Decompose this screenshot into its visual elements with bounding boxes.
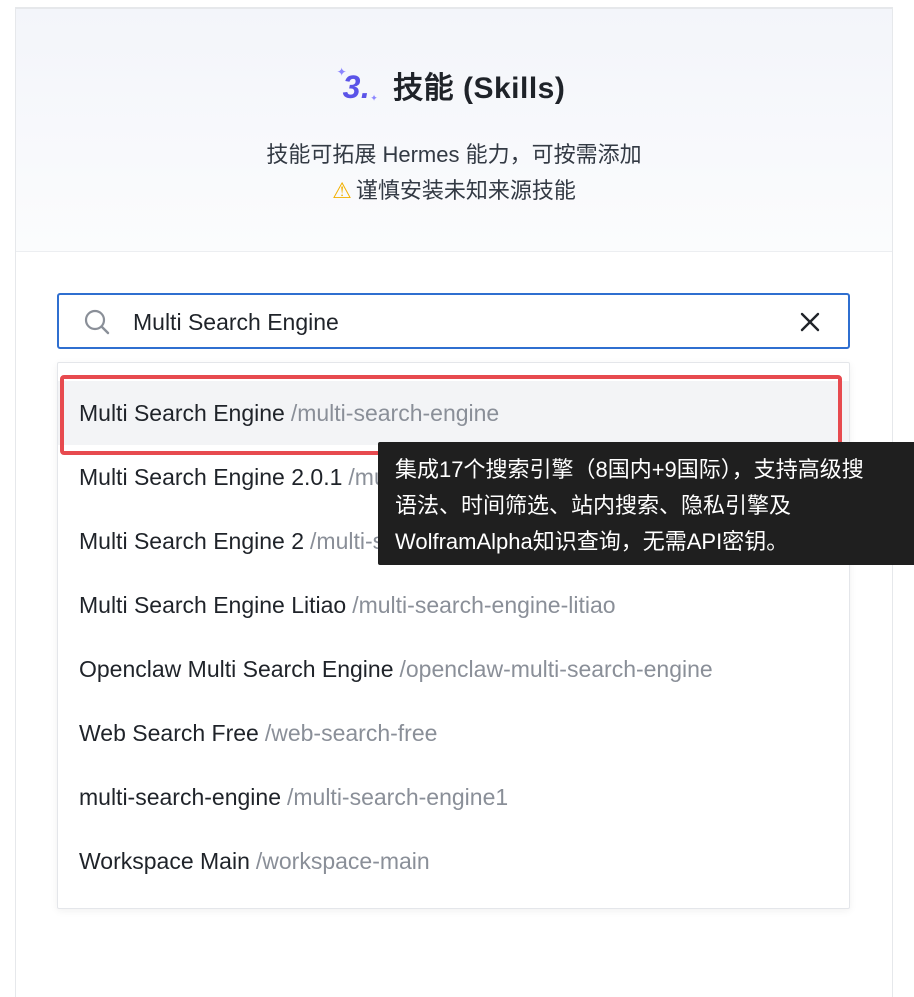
- section-title: ✦ 3. ✦ 技能 (Skills): [16, 63, 892, 107]
- step-number: ✦ 3. ✦: [336, 65, 379, 105]
- warning-text: 谨慎安装未知来源技能: [355, 178, 576, 203]
- tooltip-line: 集成17个搜索引擎（8国内+9国际），支持高级搜: [395, 457, 864, 482]
- sparkle-icon: ✦: [370, 93, 379, 103]
- skill-search-box[interactable]: [57, 293, 850, 349]
- result-option[interactable]: Multi Search Engine/multi-search-engine: [58, 381, 849, 445]
- section-subtitle: 技能可拓展 Hermes 能力，可按需添加: [266, 142, 642, 167]
- option-slug: /multi-search-engine: [290, 400, 500, 426]
- option-name: Multi Search Engine 2: [79, 528, 305, 554]
- search-icon: [84, 309, 110, 335]
- option-name: Multi Search Engine 2.0.1: [79, 464, 343, 490]
- warning-message: ⚠ 谨慎安装未知来源技能: [16, 173, 892, 205]
- option-slug: /multi-search-engine1: [286, 784, 509, 810]
- sparkle-icon: ✦: [336, 65, 348, 79]
- option-slug: /workspace-main: [255, 848, 430, 874]
- tooltip-line: WolframAlpha知识查询，无需API密钥。: [395, 529, 789, 554]
- option-slug: /openclaw-multi-search-engine: [399, 656, 713, 682]
- result-option[interactable]: Web Search Free/web-search-free: [58, 701, 849, 765]
- result-option[interactable]: Multi Search Engine Litiao/multi-search-…: [58, 573, 849, 637]
- option-name: Openclaw Multi Search Engine: [79, 656, 394, 682]
- result-option[interactable]: multi-search-engine/multi-search-engine1: [58, 765, 849, 829]
- result-option[interactable]: Openclaw Multi Search Engine/openclaw-mu…: [58, 637, 849, 701]
- skills-header: ✦ 3. ✦ 技能 (Skills) 技能可拓展 Hermes 能力，可按需添加…: [16, 9, 892, 252]
- option-slug: /web-search-free: [264, 720, 438, 746]
- option-description-tooltip: 集成17个搜索引擎（8国内+9国际），支持高级搜 语法、时间筛选、站内搜索、隐私…: [378, 442, 914, 565]
- option-name: Web Search Free: [79, 720, 259, 746]
- option-slug: /multi-search-engine-litiao: [352, 592, 616, 618]
- skill-search-input[interactable]: [131, 303, 775, 341]
- result-option[interactable]: Workspace Main/workspace-main: [58, 829, 849, 893]
- option-name: Workspace Main: [79, 848, 250, 874]
- warning-icon: ⚠: [332, 178, 352, 203]
- section-title-text: 技能 (Skills): [393, 72, 566, 105]
- option-name: Multi Search Engine Litiao: [79, 592, 347, 618]
- option-name: Multi Search Engine: [79, 400, 285, 426]
- close-icon[interactable]: [800, 312, 820, 332]
- option-name: multi-search-engine: [79, 784, 281, 810]
- tooltip-line: 语法、时间筛选、站内搜索、隐私引擎及: [395, 493, 792, 518]
